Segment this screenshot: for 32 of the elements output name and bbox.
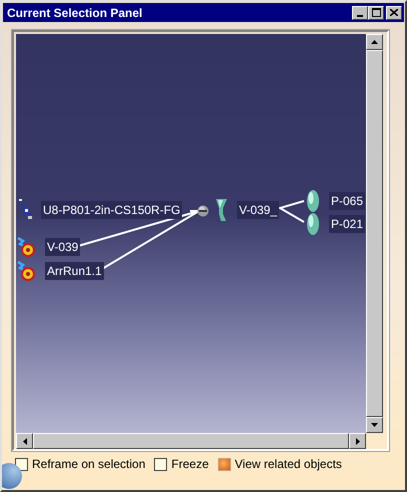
capsule-icon bbox=[306, 212, 320, 236]
window-title: Current Selection Panel bbox=[7, 6, 142, 20]
checkbox-label[interactable]: Reframe on selection bbox=[32, 457, 146, 471]
checkbox[interactable] bbox=[218, 458, 231, 470]
node-label[interactable]: V-039_ bbox=[237, 201, 280, 219]
connector-icon bbox=[197, 205, 209, 217]
up-arrow-icon bbox=[371, 40, 378, 44]
connector-lines bbox=[277, 200, 304, 223]
globe-drawing bbox=[2, 463, 22, 489]
minimize-icon bbox=[357, 14, 363, 16]
pipe-icon bbox=[18, 198, 32, 222]
funnel-icon bbox=[215, 197, 228, 223]
capsule-icon bbox=[306, 189, 320, 213]
node-label[interactable]: V-039 bbox=[45, 238, 80, 256]
right-arrow-icon bbox=[356, 438, 360, 444]
node-label[interactable]: ArrRun1.1 bbox=[45, 262, 104, 280]
node-label[interactable]: P-065 bbox=[329, 192, 366, 210]
checkbox[interactable] bbox=[154, 458, 168, 470]
maximize-button[interactable] bbox=[368, 6, 384, 20]
node-label[interactable]: P-021 bbox=[329, 215, 366, 233]
down-arrow-icon bbox=[371, 423, 378, 427]
minimize-button[interactable] bbox=[352, 6, 368, 20]
vertical-scrollbar[interactable] bbox=[366, 34, 383, 433]
close-button[interactable] bbox=[386, 6, 402, 20]
close-icon bbox=[390, 9, 398, 16]
left-arrow-icon bbox=[22, 438, 26, 444]
checkbox-label[interactable]: View related objects bbox=[234, 457, 342, 471]
checkbox-label[interactable]: Freeze bbox=[171, 457, 209, 471]
graph-canvas[interactable]: U8-P801-2in-CS150R-FG V-039_ P-065 P-021 V-039 ArrRun1.1 bbox=[16, 34, 366, 433]
horizontal-scrollbar[interactable] bbox=[16, 433, 366, 449]
node-label[interactable]: U8-P801-2in-CS150R-FG bbox=[41, 201, 182, 219]
maximize-icon bbox=[372, 8, 380, 17]
